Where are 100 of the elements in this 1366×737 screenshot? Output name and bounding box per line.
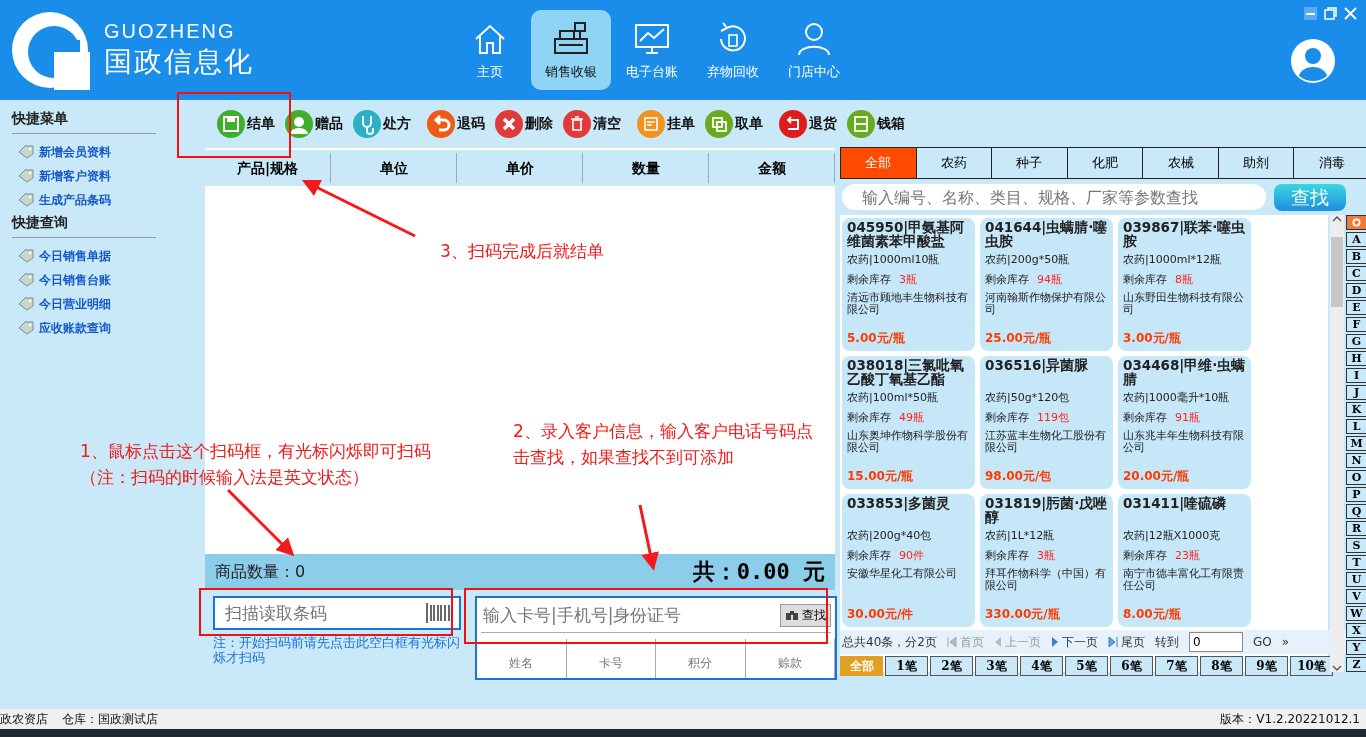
avatar-icon[interactable]: [1290, 38, 1336, 84]
letter-button[interactable]: O: [1346, 470, 1366, 485]
stock-label: 剩余库存: [1123, 411, 1167, 424]
toolbar-button[interactable]: 挂单: [633, 110, 699, 138]
letter-button[interactable]: J: [1346, 385, 1366, 400]
letter-button[interactable]: S: [1346, 538, 1366, 553]
next-page-link[interactable]: 下一页: [1050, 633, 1098, 651]
toolbar-button[interactable]: 退码: [423, 110, 489, 138]
toolbar-button[interactable]: 删除: [491, 110, 557, 138]
letter-button[interactable]: T: [1346, 555, 1366, 570]
letter-button[interactable]: R: [1346, 521, 1366, 536]
nav-tab[interactable]: 门店中心: [774, 10, 854, 90]
batch-tab[interactable]: 5笔: [1065, 656, 1108, 676]
product-card[interactable]: 041644|虫螨腈·噻虫胺 农药|200g*50瓶 剩余库存 94瓶 河南翰斯作物保护有限公司 25.00元/瓶: [980, 218, 1113, 351]
sidebar-link[interactable]: 应收账款查询: [12, 316, 200, 340]
scroll-down-icon[interactable]: [1332, 664, 1342, 672]
nav-tab[interactable]: 电子台账: [612, 10, 692, 90]
product-title: 039867|联苯·噻虫胺: [1123, 220, 1246, 250]
letter-button[interactable]: L: [1346, 419, 1366, 434]
toolbar-button[interactable]: 取单: [701, 110, 767, 138]
letter-button[interactable]: Z: [1346, 657, 1366, 672]
product-card[interactable]: 038018|三氯吡氧乙酸丁氧基乙酯 农药|100ml*50瓶 剩余库存 49瓶 山东奥坤作物科学股份有限公司 15.00元/瓶: [842, 356, 975, 489]
letter-button[interactable]: I: [1346, 368, 1366, 383]
product-title: 031819|肟菌·戊唑醇: [985, 496, 1108, 526]
batch-tab[interactable]: 6笔: [1110, 656, 1153, 676]
toolbar-button[interactable]: 结单: [213, 110, 279, 138]
all-letters-button[interactable]: [1346, 215, 1366, 230]
sidebar-link[interactable]: 新增客户资料: [12, 164, 200, 188]
toolbar-button[interactable]: 清空: [559, 110, 625, 138]
letter-button[interactable]: C: [1346, 266, 1366, 281]
member-column-header: 赊款: [745, 639, 835, 678]
batch-tab[interactable]: 3笔: [975, 656, 1018, 676]
toolbar-button[interactable]: 处方: [349, 110, 415, 138]
letter-button[interactable]: V: [1346, 589, 1366, 604]
member-column-header: 姓名: [477, 639, 567, 678]
nav-tab[interactable]: 弃物回收: [693, 10, 773, 90]
letter-button[interactable]: H: [1346, 351, 1366, 366]
letter-button[interactable]: M: [1346, 436, 1366, 451]
product-title: 041644|虫螨腈·噻虫胺: [985, 220, 1108, 250]
letter-button[interactable]: A: [1346, 232, 1366, 247]
letter-button[interactable]: F: [1346, 317, 1366, 332]
letter-button[interactable]: B: [1346, 249, 1366, 264]
product-card[interactable]: 036516|异菌脲 农药|50g*120包 剩余库存 119包 江苏蓝丰生物化工股份有限公司 98.00元/包: [980, 356, 1113, 489]
stock-label: 剩余库存: [985, 411, 1029, 424]
product-card[interactable]: 034468|甲维·虫螨腈 农药|1000毫升*10瓶 剩余库存 91瓶 山东兆丰年生物科技有限公司 20.00元/瓶: [1118, 356, 1251, 489]
letter-button[interactable]: E: [1346, 300, 1366, 315]
maximize-icon[interactable]: [1323, 6, 1338, 21]
sidebar-link[interactable]: 生成产品条码: [12, 188, 200, 212]
sidebar-link[interactable]: 今日销售台账: [12, 268, 200, 292]
barcode-field[interactable]: 扫描读取条码: [213, 596, 461, 630]
product-maker: 南宁市德丰富化工有限责任公司: [1123, 568, 1245, 594]
page-number-field[interactable]: 0: [1188, 632, 1243, 652]
letter-button[interactable]: X: [1346, 623, 1366, 638]
scrollbar-thumb[interactable]: [1331, 237, 1343, 307]
stock-value: 23瓶: [1175, 549, 1200, 562]
product-card[interactable]: 033853|多菌灵 农药|200g*40包 剩余库存 90件 安徽华星化工有限公司 30.00元/件: [842, 494, 975, 627]
letter-button[interactable]: Y: [1346, 640, 1366, 655]
go-button[interactable]: GO: [1252, 635, 1272, 649]
letter-button[interactable]: N: [1346, 453, 1366, 468]
toolbar-button[interactable]: 赠品: [281, 110, 347, 138]
letter-button[interactable]: Q: [1346, 504, 1366, 519]
minimize-icon[interactable]: [1303, 6, 1318, 21]
batch-tab[interactable]: 9笔: [1245, 656, 1288, 676]
letter-button[interactable]: U: [1346, 572, 1366, 587]
product-card[interactable]: 039867|联苯·噻虫胺 农药|1000ml*12瓶 剩余库存 8瓶 山东野田生物科技有限公司 3.00元/瓶: [1118, 218, 1251, 351]
product-card[interactable]: 045950|甲氨基阿维菌素苯甲酸盐 农药|1000ml10瓶 剩余库存 3瓶 清远市顾地丰生物科技有限公司 5.00元/瓶: [842, 218, 975, 351]
nav-tab[interactable]: 主页: [450, 10, 530, 90]
sidebar-link[interactable]: 今日销售单据: [12, 244, 200, 268]
product-search-field[interactable]: 输入编号、名称、类目、规格、厂家等参数查找: [842, 184, 1266, 210]
letter-button[interactable]: D: [1346, 283, 1366, 298]
letter-button[interactable]: G: [1346, 334, 1366, 349]
sidebar-link[interactable]: 新增会员资料: [12, 140, 200, 164]
annotation-text: 2、录入客户信息，输入客户电话号码点击查找，如果查找不到可添加: [513, 420, 814, 469]
product-card[interactable]: 031819|肟菌·戊唑醇 农药|1L*12瓶 剩余库存 3瓶 拜耳作物科学（中国）有限公司 330.00元/瓶: [980, 494, 1113, 627]
toolbar-button[interactable]: 退货: [775, 110, 841, 138]
batch-tab[interactable]: 2笔: [930, 656, 973, 676]
batch-tab[interactable]: 1笔: [885, 656, 928, 676]
batch-tab[interactable]: 8笔: [1200, 656, 1243, 676]
toolbar-button[interactable]: 钱箱: [843, 110, 909, 138]
more-button[interactable]: »: [1281, 635, 1289, 649]
product-title: 045950|甲氨基阿维菌素苯甲酸盐: [847, 220, 966, 250]
tag-icon: [18, 321, 34, 335]
close-icon[interactable]: [1343, 6, 1358, 21]
scrollbar[interactable]: [1330, 215, 1344, 672]
batch-tab[interactable]: 4笔: [1020, 656, 1063, 676]
nav-tab[interactable]: 销售收银: [531, 10, 611, 90]
batch-tab[interactable]: 10笔: [1290, 656, 1333, 676]
batch-tab[interactable]: 7笔: [1155, 656, 1198, 676]
letter-button[interactable]: P: [1346, 487, 1366, 502]
stock-label: 剩余库存: [847, 273, 891, 286]
scroll-up-icon[interactable]: [1332, 215, 1342, 223]
last-page-link[interactable]: 尾页: [1107, 633, 1145, 651]
member-search-button[interactable]: 查找: [780, 603, 831, 627]
letter-button[interactable]: W: [1346, 606, 1366, 621]
sidebar-link[interactable]: 今日营业明细: [12, 292, 200, 316]
product-card[interactable]: 031411|喹硫磷 农药|12瓶X1000克 剩余库存 23瓶 南宁市德丰富化工有限责任公司 8.00元/瓶: [1118, 494, 1251, 627]
letter-button[interactable]: K: [1346, 402, 1366, 417]
annotation-text: 1、鼠标点击这个扫码框，有光标闪烁即可扫码（注：扫码的时候输入法是英文状态）: [80, 440, 432, 489]
member-search-field[interactable]: 输入卡号|手机号|身份证号: [481, 604, 780, 626]
previous-icon: [993, 636, 1002, 648]
